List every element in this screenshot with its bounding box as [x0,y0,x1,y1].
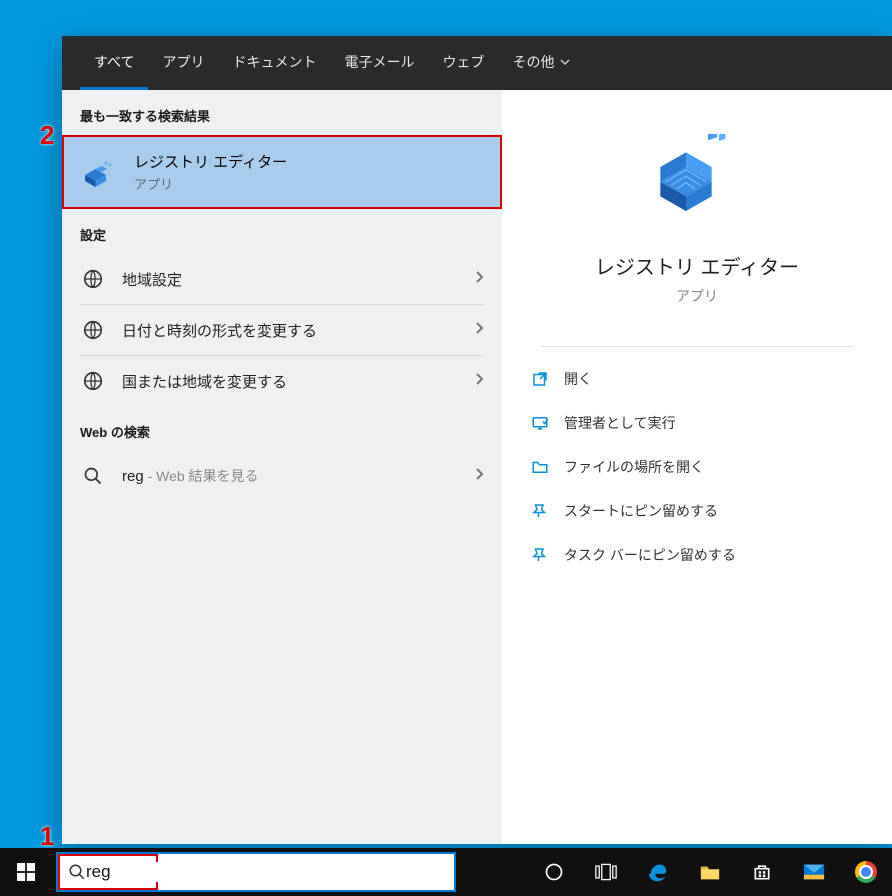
tab-all-label: すべて [94,52,134,72]
tab-apps[interactable]: アプリ [148,36,218,90]
tab-documents[interactable]: ドキュメント [218,36,330,90]
best-match-title: レジストリ エディター [134,151,287,172]
best-match-section-label: 最も一致する検索結果 [62,90,502,135]
windows-logo-icon [17,863,35,881]
detail-pane: レジストリ エディター アプリ 開く 管理者として実行 ファイルの場所を開く [502,90,892,844]
action-run-admin[interactable]: 管理者として実行 [522,401,872,445]
store-icon [752,862,772,882]
registry-editor-icon [82,154,118,190]
chevron-right-icon [474,372,484,391]
settings-item-label: 国または地域を変更する [122,371,458,392]
open-icon [530,369,550,389]
globe-icon [80,368,106,394]
task-view-icon [595,862,617,882]
settings-section-label: 設定 [62,209,502,254]
detail-subtitle: アプリ [676,286,718,306]
tab-documents-label: ドキュメント [232,52,316,72]
tab-email-label: 電子メール [344,52,414,72]
mail-icon [803,863,825,881]
globe-icon [80,317,106,343]
annotation-callout-1: 1 [40,821,54,852]
pin-icon [530,501,550,521]
detail-divider [541,346,853,347]
folder-icon [699,862,721,882]
web-search-item[interactable]: reg - Web 結果を見る [62,451,502,501]
settings-item-label: 日付と時刻の形式を変更する [122,320,458,341]
chrome-icon [855,861,877,883]
search-icon [68,863,86,881]
chrome-button[interactable] [840,848,892,896]
taskbar-tray [528,848,892,896]
action-pin-taskbar[interactable]: タスク バーにピン留めする [522,533,872,577]
start-button[interactable] [0,848,52,896]
pin-icon [530,545,550,565]
settings-item-label: 地域設定 [122,269,458,290]
globe-icon [80,266,106,292]
chevron-down-icon [560,57,570,67]
chevron-right-icon [474,467,484,486]
web-search-text: reg - Web 結果を見る [122,466,458,486]
edge-button[interactable] [632,848,684,896]
settings-item-datetime[interactable]: 日付と時刻の形式を変更する [62,305,502,355]
store-button[interactable] [736,848,788,896]
detail-title: レジストリ エディター [595,251,799,280]
tab-all[interactable]: すべて [80,36,148,90]
admin-icon [530,413,550,433]
tab-more[interactable]: その他 [498,36,584,90]
taskbar [0,848,892,896]
action-label: ファイルの場所を開く [564,457,704,477]
chevron-right-icon [474,321,484,340]
tab-web-label: ウェブ [442,52,484,72]
action-open[interactable]: 開く [522,357,872,401]
web-search-term: reg [122,468,144,485]
action-label: スタートにピン留めする [564,501,718,521]
edge-icon [647,861,669,883]
taskbar-search-box[interactable] [56,852,456,892]
best-match-result[interactable]: レジストリ エディター アプリ [62,135,502,209]
explorer-button[interactable] [684,848,736,896]
results-left-column: 最も一致する検索結果 レジストリ [62,90,502,844]
task-view-button[interactable] [580,848,632,896]
action-pin-start[interactable]: スタートにピン留めする [522,489,872,533]
annotation-callout-2: 2 [40,120,54,151]
action-label: タスク バーにピン留めする [564,545,736,565]
mail-button[interactable] [788,848,840,896]
tab-web[interactable]: ウェブ [428,36,498,90]
tab-email[interactable]: 電子メール [330,36,428,90]
registry-editor-large-icon [653,134,741,227]
search-highlight-frame [58,854,158,890]
search-body: 最も一致する検索結果 レジストリ [62,90,892,844]
action-label: 開く [564,369,592,389]
tab-more-label: その他 [512,52,554,72]
best-match-subtitle: アプリ [134,174,287,193]
web-search-suffix: - Web 結果を見る [144,468,259,484]
search-icon [80,463,106,489]
best-match-text: レジストリ エディター アプリ [134,151,287,193]
search-input[interactable] [86,862,307,882]
tab-apps-label: アプリ [162,52,204,72]
search-tabs-bar: すべて アプリ ドキュメント 電子メール ウェブ その他 [62,36,892,90]
folder-icon [530,457,550,477]
action-label: 管理者として実行 [564,413,676,433]
action-open-location[interactable]: ファイルの場所を開く [522,445,872,489]
web-section-label: Web の検索 [62,406,502,451]
search-results-panel: すべて アプリ ドキュメント 電子メール ウェブ その他 最も一致する検索結果 [62,36,892,844]
cortana-icon [544,862,564,882]
cortana-button[interactable] [528,848,580,896]
chevron-right-icon [474,270,484,289]
settings-item-region[interactable]: 地域設定 [62,254,502,304]
settings-item-country[interactable]: 国または地域を変更する [62,356,502,406]
action-list: 開く 管理者として実行 ファイルの場所を開く スタートにピン留めする タスク バ… [502,357,892,577]
